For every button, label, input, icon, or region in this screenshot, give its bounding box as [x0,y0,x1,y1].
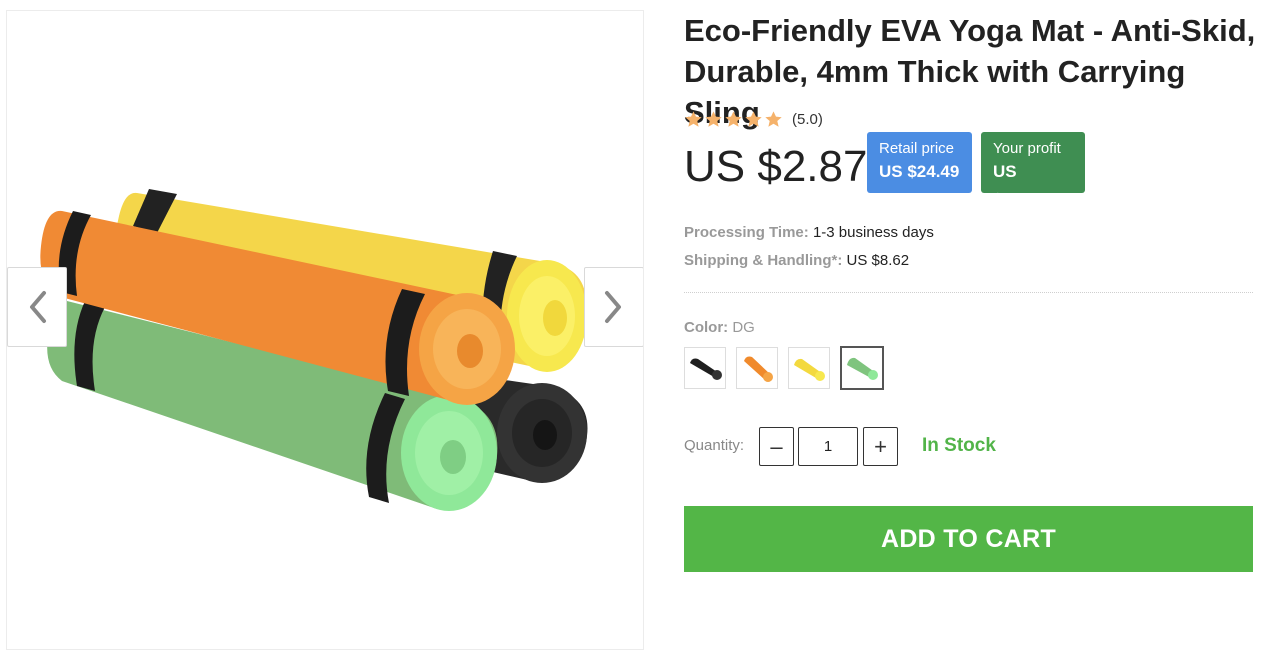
profit-badge: Your profit US $21.62 [981,132,1085,209]
star-icon [685,111,702,127]
next-image-button[interactable] [584,267,643,347]
retail-price-value: US $24.49 [879,162,960,181]
product-price: US $2.87 [684,142,868,191]
swatch-green[interactable] [840,346,884,390]
quantity-label: Quantity: [684,437,745,454]
shipping-label: Shipping & Handling*: [684,252,843,269]
previous-image-button[interactable] [7,267,67,347]
rating: (5.0) [684,110,823,129]
processing-time-label: Processing Time: [684,224,809,241]
chevron-right-icon [605,291,621,323]
chevron-left-icon [30,291,46,323]
shipping-value: US $8.62 [846,252,910,269]
product-image [40,189,588,511]
black-mat-thumbnail [690,358,722,380]
color-selector-label: Color: DG [684,319,755,336]
rating-value: (5.0) [792,111,823,128]
profit-value: US $21.62 [993,162,1045,209]
stock-status: In Stock [922,435,996,456]
star-icon [705,111,722,127]
quantity-input[interactable] [798,427,858,466]
divider [684,292,1253,293]
retail-price-label: Retail price [879,140,955,157]
processing-time-value: 1-3 business days [812,224,934,241]
yellow-mat-thumbnail [794,358,825,381]
quantity-increase-button[interactable]: + [863,427,898,466]
quantity-decrease-button[interactable]: – [759,427,794,466]
orange-mat-thumbnail [744,356,773,382]
swatch-yellow[interactable] [788,347,830,389]
color-swatches [684,346,894,390]
profit-label: Your profit [993,140,1061,157]
shipping-handling: Shipping & Handling*: US $8.62 [684,252,909,269]
add-to-cart-button[interactable]: ADD TO CART [684,506,1253,572]
retail-price-badge: Retail price US $24.49 [867,132,972,193]
star-icon [725,111,742,127]
rating-stars [684,110,783,129]
product-gallery [6,10,644,650]
star-icon [765,111,782,127]
color-value: DG [732,319,755,336]
swatch-orange[interactable] [736,347,778,389]
color-label: Color: [684,319,729,336]
green-mat-thumbnail [847,357,878,380]
star-icon [745,111,762,127]
swatch-black[interactable] [684,347,726,389]
processing-time: Processing Time: 1-3 business days [684,224,934,241]
